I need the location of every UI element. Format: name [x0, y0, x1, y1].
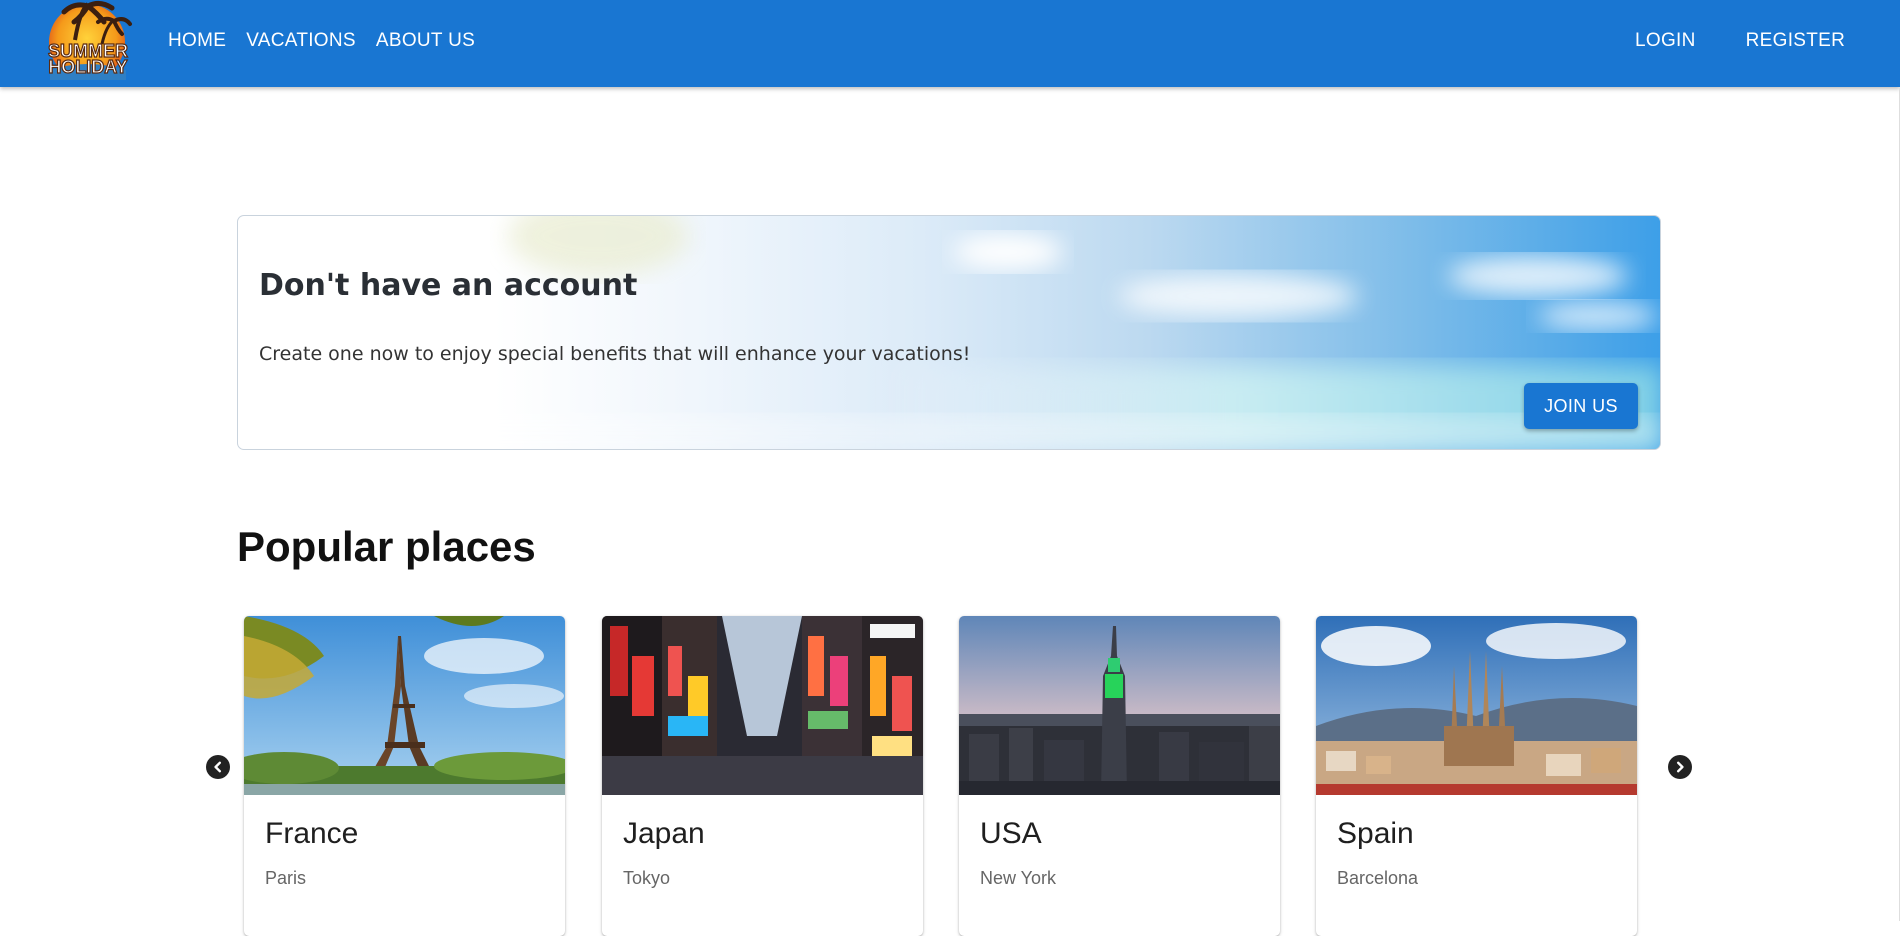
summer-holiday-logo[interactable]: SUMMER HOLIDAY [30, 0, 145, 86]
main-navigation: HOME VACATIONS ABOUT US [158, 0, 485, 82]
register-button[interactable]: REGISTER [1731, 22, 1861, 60]
login-button[interactable]: LOGIN [1620, 22, 1711, 60]
place-card-spain[interactable]: Spain Barcelona [1316, 616, 1637, 936]
banner-title: Don't have an account [259, 268, 638, 303]
eiffel-tower-image [244, 616, 565, 795]
card-country: Japan [623, 817, 705, 850]
sagrada-familia-image [1316, 616, 1637, 795]
join-banner: Don't have an account Create one now to … [237, 215, 1661, 450]
place-card-japan[interactable]: Japan Tokyo [602, 616, 923, 936]
account-navigation: LOGIN REGISTER [1620, 0, 1900, 82]
card-city: Barcelona [1337, 868, 1419, 888]
join-us-button[interactable]: JOIN US [1524, 383, 1638, 429]
chevron-left-icon [214, 761, 221, 773]
nav-vacations-button[interactable]: VACATIONS [236, 22, 366, 60]
chevron-right-icon [1677, 761, 1684, 773]
top-app-bar: SUMMER HOLIDAY HOME VACATIONS ABOUT US L… [0, 0, 1900, 87]
nav-home-button[interactable]: HOME [158, 22, 236, 60]
beach-sky-background [238, 216, 1660, 449]
nav-about-us-button[interactable]: ABOUT US [366, 22, 485, 60]
card-city: Paris [265, 868, 307, 888]
carousel-prev-button[interactable] [206, 755, 230, 779]
carousel-next-button[interactable] [1668, 755, 1692, 779]
card-city: New York [980, 868, 1057, 888]
card-country: USA [980, 817, 1042, 850]
popular-places-title: Popular places [237, 523, 536, 570]
tokyo-street-image [602, 616, 923, 795]
banner-description: Create one now to enjoy special benefits… [259, 343, 971, 365]
new-york-skyline-image [959, 616, 1280, 795]
svg-text:HOLIDAY: HOLIDAY [48, 57, 127, 77]
card-country: France [265, 817, 359, 850]
place-card-usa[interactable]: USA New York [959, 616, 1280, 936]
card-city: Tokyo [623, 868, 671, 888]
place-card-france[interactable]: France Paris [244, 616, 565, 936]
card-country: Spain [1337, 817, 1414, 850]
